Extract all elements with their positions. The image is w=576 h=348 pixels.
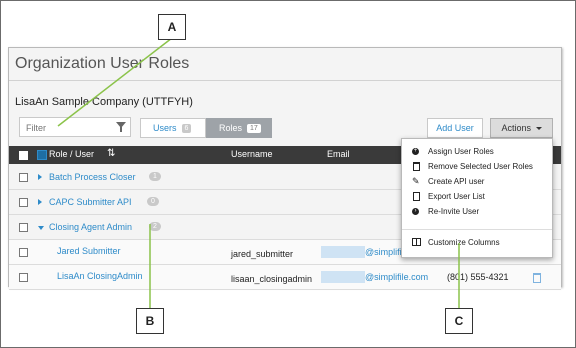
callout-c: C	[445, 308, 473, 334]
annotation-lines	[57, 37, 460, 310]
callout-b: B	[136, 308, 164, 334]
callout-a-line	[57, 37, 173, 127]
callout-a: A	[158, 14, 186, 40]
